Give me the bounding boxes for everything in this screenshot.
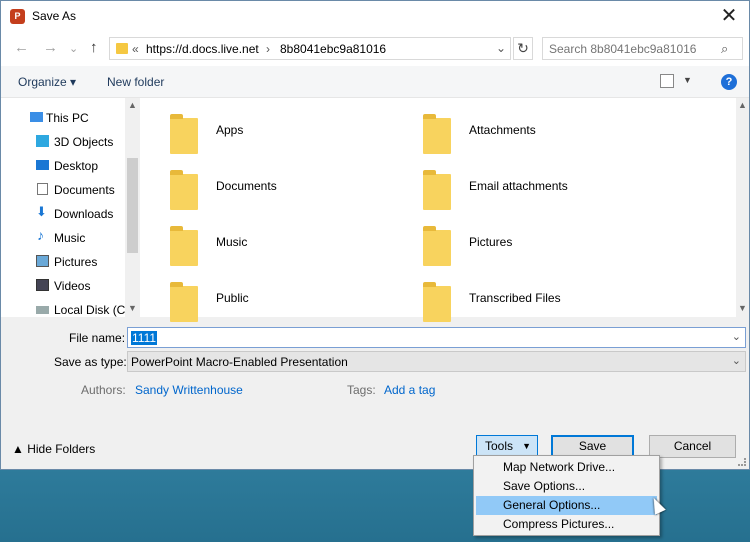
scroll-up-icon[interactable]: ▲ xyxy=(738,100,747,110)
download-icon: ⬇ xyxy=(36,204,47,219)
search-input[interactable] xyxy=(542,37,743,60)
refresh-icon[interactable]: ↻ xyxy=(513,37,533,60)
folder-item[interactable]: Music xyxy=(140,218,360,266)
sidebar-item-3d-objects[interactable]: 3D Objects xyxy=(1,131,125,153)
navigation-pane-scrollbar[interactable]: ▲ ▼ xyxy=(125,98,140,317)
recent-locations-chevron-icon[interactable]: ⌄ xyxy=(69,42,78,55)
folder-item[interactable]: Email attachments xyxy=(393,162,613,210)
sidebar-item-local-disk[interactable]: Local Disk (C: xyxy=(1,299,129,321)
new-folder-button[interactable]: New folder xyxy=(107,75,164,89)
folder-item[interactable]: Apps xyxy=(140,106,360,154)
back-arrow-icon[interactable]: ← xyxy=(14,39,29,56)
file-name-dropdown-icon[interactable]: ⌄ xyxy=(732,330,741,343)
save-as-dialog: P Save As ✕ ← → ⌄ ↑ « https://d.docs.liv… xyxy=(0,0,750,470)
file-name-value[interactable]: 1111 xyxy=(131,331,158,345)
folder-item[interactable]: Pictures xyxy=(393,218,613,266)
pictures-icon xyxy=(36,255,49,267)
folder-icon xyxy=(116,43,128,54)
scroll-down-icon[interactable]: ▼ xyxy=(738,303,747,313)
command-bar: Organize ▾ New folder ▼ ? xyxy=(1,66,749,98)
computer-icon xyxy=(30,112,43,122)
breadcrumb-separator[interactable]: › xyxy=(266,42,270,56)
save-as-type-dropdown-icon[interactable]: ⌄ xyxy=(732,354,741,367)
search-icon[interactable]: ⌕ xyxy=(721,41,728,57)
music-icon: ♪ xyxy=(37,227,44,243)
folder-item[interactable]: Transcribed Files xyxy=(393,274,613,322)
sidebar-item-pictures[interactable]: Pictures xyxy=(1,251,125,273)
close-button[interactable]: ✕ xyxy=(715,5,743,27)
menu-item-general-options[interactable]: General Options... xyxy=(476,496,657,515)
address-bar[interactable]: « https://d.docs.live.net › 8b8041ebc9a8… xyxy=(109,37,511,60)
file-name-label: File name: xyxy=(69,331,126,345)
folder-icon xyxy=(170,282,198,322)
sidebar-item-this-pc[interactable]: This PC xyxy=(1,107,125,129)
folder-item[interactable]: Documents xyxy=(140,162,360,210)
forward-arrow-icon[interactable]: → xyxy=(43,39,58,56)
save-as-type-value: PowerPoint Macro-Enabled Presentation xyxy=(131,355,348,369)
navigation-pane: This PC 3D Objects Desktop Documents ⬇ D… xyxy=(1,98,140,317)
cancel-button[interactable]: Cancel xyxy=(649,435,736,458)
add-tag-link[interactable]: Add a tag xyxy=(384,383,435,397)
folder-icon xyxy=(423,114,451,154)
disk-icon xyxy=(36,306,49,314)
address-dropdown-icon[interactable]: ⌄ xyxy=(496,41,506,55)
sidebar-item-downloads[interactable]: ⬇ Downloads xyxy=(1,203,125,225)
save-as-type-label: Save as type: xyxy=(54,355,127,369)
cube-icon xyxy=(36,135,49,147)
resize-grip-icon[interactable] xyxy=(738,458,746,466)
menu-item-map-network-drive[interactable]: Map Network Drive... xyxy=(476,458,657,477)
tools-menu: Map Network Drive... Save Options... Gen… xyxy=(473,455,660,536)
scroll-down-icon[interactable]: ▼ xyxy=(128,303,137,313)
breadcrumb-segment-folder[interactable]: 8b8041ebc9a81016 xyxy=(280,42,386,56)
help-icon[interactable]: ? xyxy=(721,74,737,90)
tools-dropdown-icon: ▼ xyxy=(522,441,531,451)
folder-icon xyxy=(423,226,451,266)
desktop-icon xyxy=(36,160,49,170)
folder-icon xyxy=(170,226,198,266)
save-as-type-select[interactable]: PowerPoint Macro-Enabled Presentation ⌄ xyxy=(127,351,746,372)
sidebar-item-videos[interactable]: Videos xyxy=(1,275,125,297)
authors-value[interactable]: Sandy Writtenhouse xyxy=(135,383,243,397)
window-title: Save As xyxy=(32,9,77,23)
folder-icon xyxy=(423,170,451,210)
change-view-icon[interactable] xyxy=(660,74,674,88)
menu-item-save-options[interactable]: Save Options... xyxy=(476,477,657,496)
videos-icon xyxy=(36,279,49,291)
folder-icon xyxy=(170,170,198,210)
document-icon xyxy=(37,183,48,195)
sidebar-item-documents[interactable]: Documents xyxy=(1,179,125,201)
breadcrumb-segment-root[interactable]: https://d.docs.live.net xyxy=(146,42,259,56)
tags-label: Tags: xyxy=(347,383,376,397)
hide-folders-button[interactable]: ▲ Hide Folders xyxy=(12,442,95,456)
folder-view: Apps Attachments Documents Email attachm… xyxy=(140,98,736,322)
organize-button[interactable]: Organize ▾ xyxy=(18,75,76,89)
view-options-chevron-icon[interactable]: ▼ xyxy=(683,75,692,85)
folder-item[interactable]: Public xyxy=(140,274,360,322)
folder-icon xyxy=(423,282,451,322)
folder-view-scrollbar[interactable]: ▲ ▼ xyxy=(736,98,749,317)
powerpoint-icon: P xyxy=(10,9,25,24)
folder-icon xyxy=(170,114,198,154)
folder-item[interactable]: Attachments xyxy=(393,106,613,154)
scroll-up-icon[interactable]: ▲ xyxy=(128,100,137,110)
scrollbar-thumb[interactable] xyxy=(127,158,138,253)
file-name-input[interactable]: 1111 ⌄ xyxy=(127,327,746,348)
sidebar-item-music[interactable]: ♪ Music xyxy=(1,227,125,249)
menu-item-compress-pictures[interactable]: Compress Pictures... xyxy=(476,515,657,534)
breadcrumb-overflow[interactable]: « xyxy=(132,42,139,56)
sidebar-item-desktop[interactable]: Desktop xyxy=(1,155,125,177)
tools-label: Tools xyxy=(485,439,514,453)
address-row: ← → ⌄ ↑ « https://d.docs.live.net › 8b80… xyxy=(1,32,749,66)
up-arrow-icon[interactable]: ↑ xyxy=(90,39,98,56)
title-bar: P Save As ✕ xyxy=(1,1,749,32)
authors-label: Authors: xyxy=(81,383,126,397)
